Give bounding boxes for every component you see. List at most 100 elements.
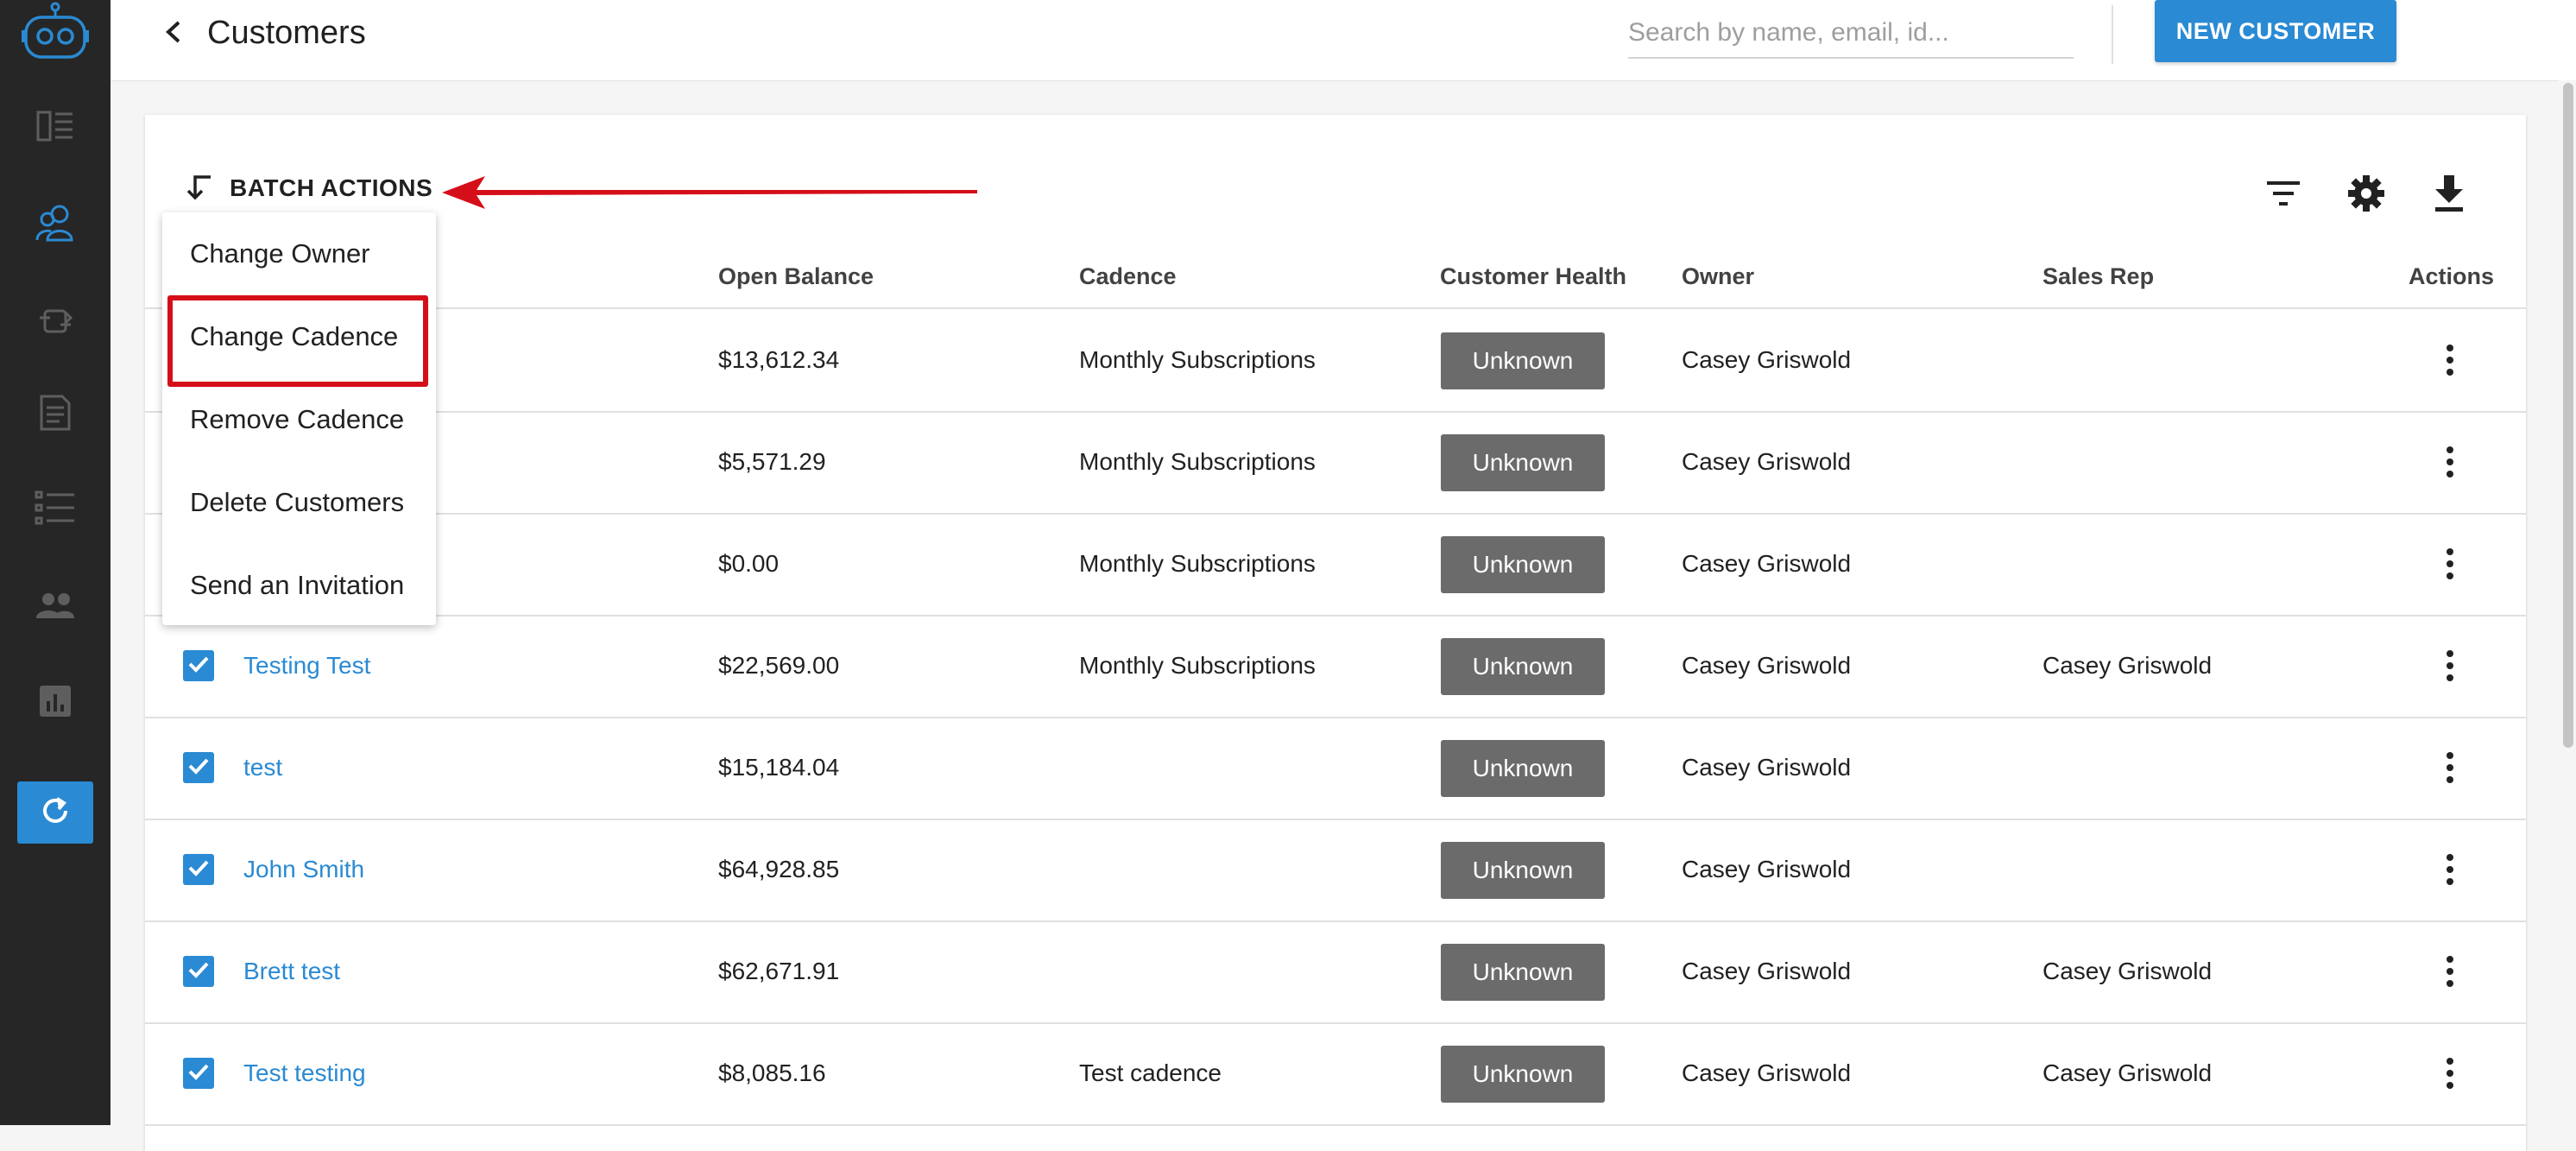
column-header-sales-rep[interactable]: Sales Rep <box>2042 263 2154 290</box>
refresh-button[interactable] <box>17 781 93 844</box>
open-balance-cell: $64,928.85 <box>718 856 840 882</box>
batch-actions-menu: Change Owner Change Cadence Remove Caden… <box>162 212 436 625</box>
chevron-left-icon <box>163 20 184 48</box>
annotation-highlight-box <box>167 295 428 387</box>
table-row[interactable]: test $15,184.04 Unknown Casey Griswold <box>145 717 2526 820</box>
batch-actions-button[interactable]: BATCH ACTIONS <box>183 166 432 211</box>
gear-icon[interactable] <box>2342 169 2390 218</box>
open-balance-cell: $13,612.34 <box>718 346 840 373</box>
more-vert-icon[interactable] <box>2433 338 2467 382</box>
sales-rep-cell: Casey Griswold <box>2042 1059 2213 1086</box>
menu-item-remove-cadence[interactable]: Remove Cadence <box>190 385 404 454</box>
cadence-cell: Test cadence <box>1079 1059 1222 1086</box>
dashboard-icon[interactable] <box>29 100 81 152</box>
customer-health-badge: Unknown <box>1441 842 1605 899</box>
annotation-arrow-icon <box>442 176 977 209</box>
column-header-open-balance[interactable]: Open Balance <box>718 263 874 290</box>
customer-health-badge: Unknown <box>1441 638 1605 695</box>
customer-health-badge: Unknown <box>1441 1046 1605 1103</box>
customer-name-link[interactable]: Brett test <box>243 958 340 985</box>
owner-cell: Casey Griswold <box>1682 550 1852 577</box>
table-row[interactable]: Brett test $62,671.91 Unknown Casey Griswol… <box>145 920 2526 1024</box>
owner-cell: Casey Griswold <box>1682 448 1852 475</box>
customer-health-badge: Unknown <box>1441 536 1605 593</box>
more-vert-icon[interactable] <box>2433 644 2467 687</box>
robot-logo-icon[interactable] <box>21 2 90 64</box>
customer-name-link[interactable]: John Smith <box>243 856 364 883</box>
owner-cell: Casey Griswold <box>1682 652 1852 679</box>
table-row[interactable]: $5,571.29 Monthly Subscriptions Unknown Cas… <box>145 411 2526 515</box>
customer-name-link[interactable]: Testing Test <box>243 652 370 680</box>
row-checkbox[interactable] <box>183 854 214 885</box>
more-vert-icon[interactable] <box>2433 950 2467 993</box>
checkmark-icon <box>188 757 209 779</box>
refresh-icon <box>38 794 73 832</box>
column-header-customer-health[interactable]: Customer Health <box>1440 263 1626 290</box>
sales-rep-cell: Casey Griswold <box>2042 652 2213 679</box>
open-balance-cell: $22,569.00 <box>718 652 840 679</box>
menu-item-change-owner[interactable]: Change Owner <box>190 219 370 288</box>
table-row[interactable]: $0.00 Monthly Subscriptions Unknown Casey G… <box>145 513 2526 617</box>
more-vert-icon[interactable] <box>2433 440 2467 484</box>
header-divider <box>2112 5 2113 64</box>
customer-health-badge: Unknown <box>1441 740 1605 797</box>
table-row[interactable]: John Smith $64,928.85 Unknown Casey Griswol… <box>145 819 2526 922</box>
table-row[interactable]: $13,612.34 Monthly Subscriptions Unknown Ca… <box>145 309 2526 413</box>
new-customer-button[interactable]: NEW CUSTOMER <box>2155 0 2396 62</box>
cadence-cell: Monthly Subscriptions <box>1079 448 1316 475</box>
more-vert-icon[interactable] <box>2433 746 2467 789</box>
customers-icon[interactable] <box>29 197 81 249</box>
table-row[interactable]: Test testing $8,085.16 Test cadence Unknown… <box>145 1022 2526 1126</box>
customer-name-link[interactable]: Test testing <box>243 1059 366 1087</box>
open-balance-cell: $0.00 <box>718 550 780 577</box>
checkmark-icon <box>188 655 209 677</box>
customer-health-badge: Unknown <box>1441 332 1605 389</box>
more-vert-icon[interactable] <box>2433 848 2467 891</box>
owner-cell: Casey Griswold <box>1682 1059 1852 1086</box>
more-vert-icon[interactable] <box>2433 542 2467 585</box>
customer-name-link[interactable]: test <box>243 754 282 781</box>
scrollbar-thumb[interactable] <box>2563 83 2573 748</box>
download-icon[interactable] <box>2425 169 2473 218</box>
sidebar <box>0 0 110 1125</box>
owner-cell: Casey Griswold <box>1682 958 1852 984</box>
row-checkbox[interactable] <box>183 650 214 681</box>
menu-item-delete-customers[interactable]: Delete Customers <box>190 468 404 537</box>
search-input[interactable] <box>1628 9 2074 59</box>
back-button[interactable] <box>154 14 193 54</box>
open-balance-cell: $8,085.16 <box>718 1059 826 1086</box>
team-icon[interactable] <box>29 580 81 632</box>
open-balance-cell: $5,571.29 <box>718 448 826 475</box>
open-balance-cell: $62,671.91 <box>718 958 840 984</box>
column-header-owner[interactable]: Owner <box>1682 263 1754 290</box>
row-checkbox[interactable] <box>183 1058 214 1089</box>
batch-actions-label: BATCH ACTIONS <box>230 174 433 201</box>
cadence-cell: Monthly Subscriptions <box>1079 550 1316 577</box>
menu-item-send-invitation[interactable]: Send an Invitation <box>190 551 404 620</box>
row-checkbox[interactable] <box>183 956 214 987</box>
customer-health-badge: Unknown <box>1441 434 1605 491</box>
transfer-icon[interactable] <box>29 295 81 347</box>
owner-cell: Casey Griswold <box>1682 856 1852 882</box>
sort-arrow-icon <box>183 172 212 206</box>
cadence-cell: Monthly Subscriptions <box>1079 346 1316 373</box>
cadence-cell: Monthly Subscriptions <box>1079 652 1316 679</box>
owner-cell: Casey Griswold <box>1682 754 1852 781</box>
more-vert-icon[interactable] <box>2433 1052 2467 1095</box>
list-icon[interactable] <box>29 482 81 534</box>
filter-icon[interactable] <box>2259 169 2308 218</box>
app-header: Customers NEW CUSTOMER <box>110 0 2576 81</box>
open-balance-cell: $15,184.04 <box>718 754 840 781</box>
customer-health-badge: Unknown <box>1441 944 1605 1001</box>
row-checkbox[interactable] <box>183 752 214 783</box>
table-row[interactable]: Testing Test $22,569.00 Monthly Subscripti… <box>145 615 2526 718</box>
owner-cell: Casey Griswold <box>1682 346 1852 373</box>
column-header-cadence[interactable]: Cadence <box>1079 263 1177 290</box>
document-icon[interactable] <box>29 387 81 439</box>
page-title: Customers <box>207 15 366 51</box>
sales-rep-cell: Casey Griswold <box>2042 958 2213 984</box>
more-vert-icon[interactable] <box>2573 10 2576 54</box>
checkmark-icon <box>188 961 209 983</box>
checkmark-icon <box>188 859 209 881</box>
reports-icon[interactable] <box>29 675 81 727</box>
